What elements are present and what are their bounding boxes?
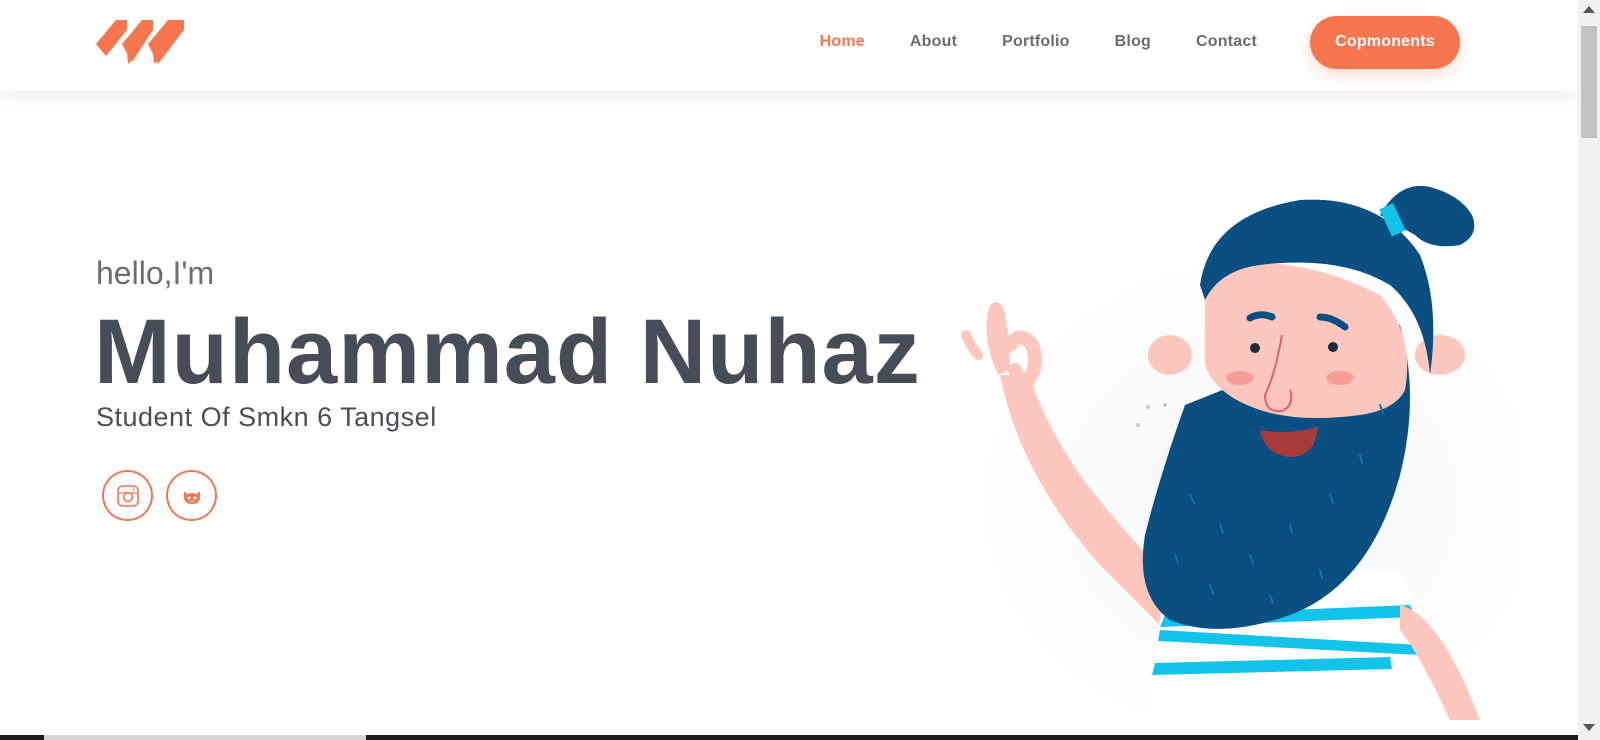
logo-icon — [96, 20, 184, 64]
page: Home About Portfolio Blog Contact Copmon… — [0, 0, 1578, 720]
hero-greeting: hello,I'm — [96, 255, 215, 291]
github-button[interactable] — [166, 470, 217, 521]
nav-about[interactable]: About — [910, 33, 957, 51]
github-icon — [183, 490, 200, 504]
hero-name: Muhammad Nuhaz — [94, 301, 921, 403]
instagram-icon — [116, 484, 139, 507]
site-header: Home About Portfolio Blog Contact Copmon… — [0, 0, 1578, 91]
scroll-down-icon[interactable] — [1583, 724, 1595, 731]
social-links — [102, 470, 217, 521]
logo[interactable] — [96, 18, 190, 68]
horizontal-scrollbar[interactable] — [0, 735, 1578, 740]
hero-illustration — [960, 175, 1560, 720]
nav-blog[interactable]: Blog — [1115, 33, 1151, 51]
hero-subtitle: Student Of Smkn 6 Tangsel — [96, 402, 437, 432]
horizontal-scrollbar-thumb[interactable] — [44, 735, 366, 740]
nav-portfolio[interactable]: Portfolio — [1002, 33, 1070, 51]
nav-home[interactable]: Home — [820, 33, 865, 51]
instagram-button[interactable] — [102, 470, 153, 521]
nav-contact[interactable]: Contact — [1196, 33, 1257, 51]
components-button[interactable]: Copmonents — [1310, 15, 1460, 69]
scrollbar-thumb[interactable] — [1581, 26, 1597, 138]
vertical-scrollbar[interactable] — [1578, 0, 1600, 740]
bearded-man-illustration — [960, 185, 1560, 720]
scroll-up-icon[interactable] — [1583, 6, 1595, 13]
main-nav: Home About Portfolio Blog Contact Copmon… — [820, 0, 1578, 84]
